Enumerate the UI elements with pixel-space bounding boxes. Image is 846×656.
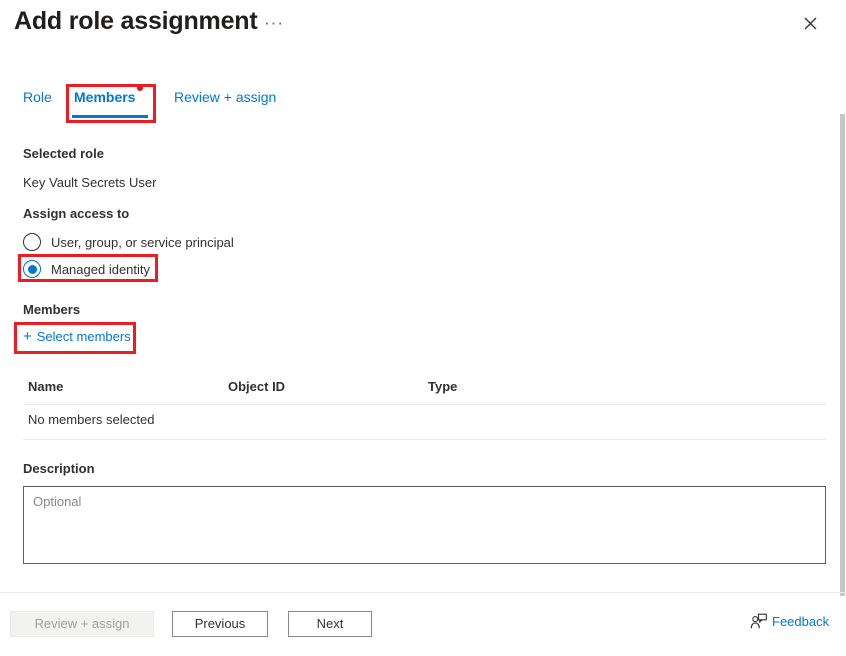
review-assign-button[interactable]: Review + assign [10, 611, 154, 637]
page-title: Add role assignment [14, 7, 258, 35]
column-header-type: Type [428, 379, 458, 394]
more-options-icon[interactable]: ··· [264, 12, 284, 34]
table-row: No members selected [23, 405, 826, 440]
select-members-label: Select members [36, 329, 131, 344]
radio-user-group-service-principal[interactable]: User, group, or service principal [23, 230, 234, 254]
radio-circle-icon [23, 233, 41, 251]
members-label: Members [23, 302, 81, 317]
column-header-name: Name [28, 379, 64, 394]
column-header-object-id: Object ID [228, 379, 286, 394]
feedback-person-icon [750, 613, 767, 630]
tab-required-dot-icon [137, 85, 143, 91]
next-button[interactable]: Next [288, 611, 372, 637]
tab-review-assign[interactable]: Review + assign [174, 86, 276, 108]
feedback-button[interactable]: Feedback [750, 613, 829, 630]
feedback-label: Feedback [772, 614, 830, 629]
previous-button[interactable]: Previous [172, 611, 268, 637]
description-input[interactable] [23, 486, 826, 564]
radio-label-user-group: User, group, or service principal [51, 234, 234, 250]
description-label: Description [23, 461, 95, 476]
vertical-scrollbar-track[interactable] [840, 57, 846, 596]
assign-access-label: Assign access to [23, 206, 130, 221]
close-button[interactable] [795, 8, 825, 38]
radio-circle-selected-icon [23, 260, 41, 278]
blade-header: Add role assignment ··· [0, 0, 846, 57]
radio-label-managed-identity: Managed identity [51, 261, 151, 277]
members-table: Name Object ID Type No members selected [23, 375, 826, 440]
vertical-scrollbar-thumb[interactable] [840, 114, 845, 596]
radio-managed-identity[interactable]: Managed identity [23, 257, 150, 281]
tab-selected-underline [72, 115, 148, 118]
tab-role[interactable]: Role [23, 86, 52, 108]
tab-members[interactable]: Members [74, 86, 135, 108]
table-empty-message: No members selected [28, 412, 155, 427]
footer-divider [0, 592, 846, 593]
selected-role-label: Selected role [23, 146, 104, 161]
close-icon [804, 17, 817, 30]
select-members-button[interactable]: + Select members [23, 329, 131, 344]
table-header-row: Name Object ID Type [23, 375, 826, 405]
selected-role-value: Key Vault Secrets User [23, 175, 157, 190]
plus-icon: + [23, 328, 32, 345]
